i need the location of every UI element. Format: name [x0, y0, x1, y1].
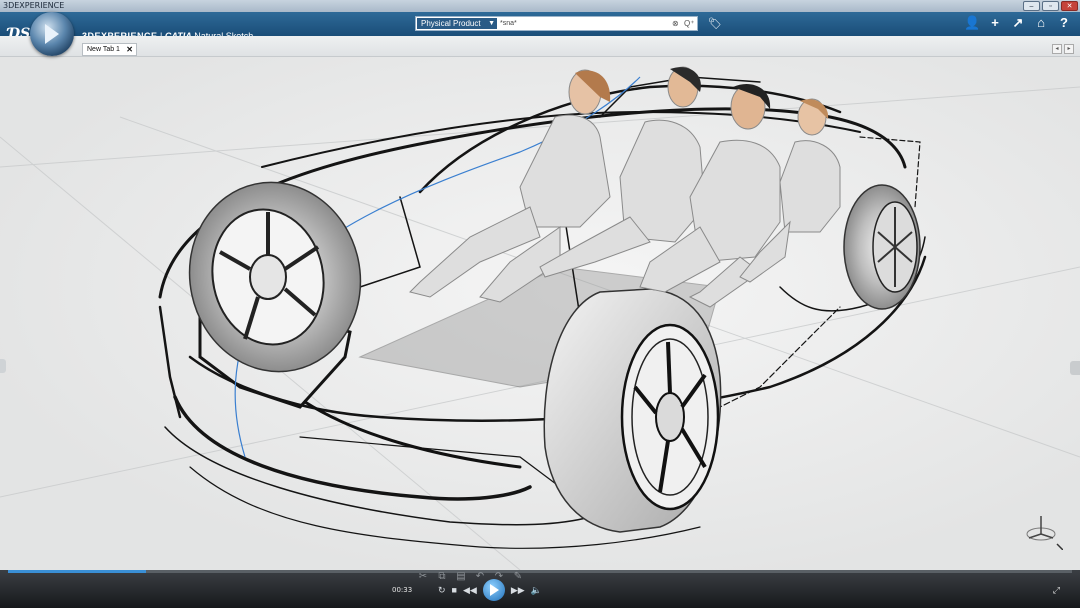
search-icon[interactable]: Q⁺ [684, 18, 694, 29]
cut-icon[interactable]: ✂ [415, 571, 431, 583]
compass-widget[interactable] [30, 12, 74, 56]
maximize-button[interactable]: ▫ [1042, 1, 1059, 11]
search-scope-label: Physical Product [421, 19, 481, 28]
repeat-icon[interactable]: ↻ [438, 585, 446, 596]
video-progress-bar[interactable] [8, 570, 1072, 573]
rewind-icon[interactable]: ◀◀ [463, 585, 477, 596]
home-icon[interactable]: ⌂ [1033, 15, 1049, 31]
car-sketch-canvas [0, 66, 1080, 570]
media-controls: ↻ ■ ◀◀ ▶▶ 🔈 [438, 579, 658, 601]
axis-triad-icon[interactable] [1023, 510, 1063, 550]
tab-label: New Tab 1 [87, 46, 120, 53]
app-topbar: ƊS 3DEXPERIENCE | CATIA Natural Sketch P… [0, 12, 1080, 42]
play-icon [490, 584, 500, 596]
clear-search-icon[interactable]: ⊗ [672, 18, 679, 29]
tab-scroll-left-icon[interactable]: ◂ [1052, 44, 1062, 54]
compass-play-icon [45, 24, 59, 44]
left-panel-toggle[interactable] [0, 359, 6, 373]
stop-icon[interactable]: ■ [452, 585, 457, 595]
fast-forward-icon[interactable]: ▶▶ [511, 585, 525, 596]
user-icon[interactable]: 👤 [964, 15, 980, 31]
window-titlebar: 3DEXPERIENCE – ▫ ✕ [0, 0, 1080, 12]
window-title: 3DEXPERIENCE [3, 1, 65, 10]
minimize-button[interactable]: – [1023, 1, 1040, 11]
search-scope-select[interactable]: Physical Product ▼ [417, 18, 497, 29]
tab-scroll-right-icon[interactable]: ▸ [1064, 44, 1074, 54]
right-panel-toggle[interactable] [1070, 361, 1080, 375]
tab-bar: New Tab 1 ✕ [0, 36, 1080, 57]
video-time: 00:33 [392, 586, 413, 594]
play-button[interactable] [482, 579, 505, 601]
passenger-mannequins [409, 66, 841, 308]
help-icon[interactable]: ? [1056, 15, 1072, 31]
volume-icon[interactable]: 🔈 [531, 585, 542, 596]
share-icon[interactable]: ↗ [1010, 15, 1026, 31]
search-bar: Physical Product ▼ ⊗ Q⁺ [415, 16, 698, 31]
chevron-down-icon: ▼ [488, 20, 495, 27]
add-icon[interactable]: + [987, 15, 1003, 31]
tab-scroll-arrows: ◂ ▸ [1052, 44, 1074, 54]
top-right-toolbar: 👤 + ↗ ⌂ ? [964, 15, 1072, 31]
3d-viewport[interactable] [0, 57, 1080, 570]
fullscreen-icon[interactable]: ⤢ [1053, 585, 1060, 596]
tab-close-icon[interactable]: ✕ [126, 44, 133, 55]
window-controls: – ▫ ✕ [1023, 1, 1078, 11]
tag-icon[interactable]: 🏷 [708, 17, 722, 30]
video-progress-fill [8, 570, 147, 573]
rear-right-wheel [843, 184, 921, 310]
close-button[interactable]: ✕ [1061, 1, 1078, 11]
front-right-wheel [543, 288, 722, 533]
search-input[interactable] [500, 18, 670, 29]
tab-new-tab-1[interactable]: New Tab 1 ✕ [82, 43, 137, 56]
